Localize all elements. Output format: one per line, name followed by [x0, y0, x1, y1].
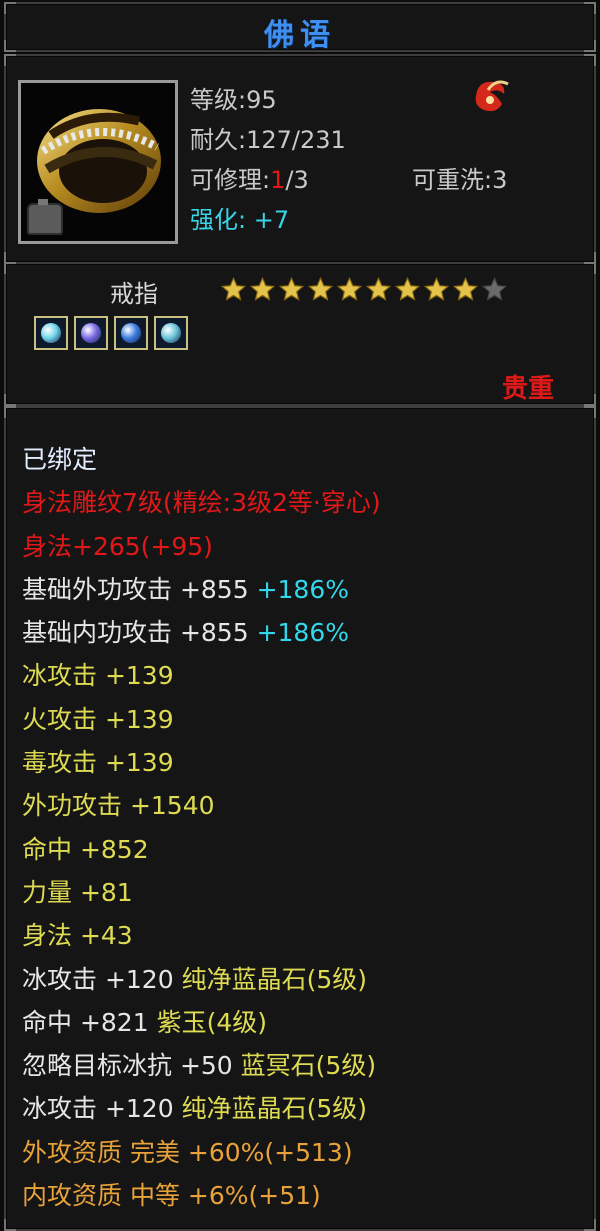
gem-bonus-1-name: 纯净蓝晶石(5级): [181, 964, 367, 994]
hit-line: 命中 +852: [22, 834, 149, 864]
star-filled-icon: [220, 276, 247, 301]
gem-bonus-4-value: 冰攻击 +120: [22, 1094, 182, 1124]
int-base-line: 基础内功攻击 +855 +186%: [22, 611, 381, 654]
level-stat: 等级:95: [190, 86, 277, 114]
poison-attack-line: 毒攻击 +139: [22, 748, 174, 778]
gem-teal-icon[interactable]: [154, 316, 188, 350]
quality-label: 贵重: [501, 374, 554, 404]
agility-line: 身法 +43: [22, 921, 133, 951]
star-filled-icon: [278, 276, 305, 301]
strength-line: 力量 +81: [22, 877, 133, 907]
item-type-panel: 戒指 贵重: [4, 262, 596, 406]
ext-base-value: 基础外功攻击 +855: [22, 574, 249, 604]
ext-base-line: 基础外功攻击 +855 +186%: [22, 568, 381, 611]
gem-bonus-line-3: 忽略目标冰抗 +50 蓝冥石(5级): [22, 1044, 381, 1087]
gem-bonus-3-value: 忽略目标冰抗 +50: [22, 1051, 241, 1081]
gem-bonus-line-2: 命中 +821 紫玉(4级): [22, 1001, 381, 1044]
external-attack-line: 外功攻击 +1540: [22, 791, 215, 821]
star-filled-icon: [394, 276, 421, 301]
gem-crystal: [121, 323, 141, 343]
ext-base-percent: +186%: [248, 574, 349, 604]
gem-cyan-icon[interactable]: [34, 316, 68, 350]
gem-slots: [34, 316, 188, 350]
ice-attack-line: 冰攻击 +139: [22, 661, 174, 691]
enhance-stat: 强化: +7: [190, 206, 290, 234]
star-filled-icon: [336, 276, 363, 301]
agility-main-line: 身法+265(+95): [22, 531, 213, 561]
repair-stat: 可修理:1/3: [190, 160, 309, 195]
rewash-stat: 可重洗:3: [412, 166, 508, 194]
bound-status: 已绑定: [22, 445, 98, 474]
bag-icon: [27, 199, 63, 235]
star-filled-icon: [365, 276, 392, 301]
item-summary: 等级:95 耐久:127/231 可修理:1/3 可重洗:3 强化: +7: [4, 54, 596, 264]
gem-purple-icon[interactable]: [74, 316, 108, 350]
title-bar: 佛语: [4, 2, 596, 53]
repair-label: 可修理:: [190, 166, 271, 194]
star-empty-icon: [481, 276, 508, 301]
gem-bonus-4-name: 纯净蓝晶石(5级): [181, 1094, 367, 1124]
carve-line: 身法雕纹7级(精绘:3级2等·穿心): [22, 488, 381, 518]
gem-bonus-1-value: 冰攻击 +120: [22, 964, 182, 994]
star-rating: [220, 276, 508, 303]
gem-crystal: [81, 323, 101, 343]
star-filled-icon: [452, 276, 479, 301]
gem-bonus-2-name: 紫玉(4级): [156, 1007, 267, 1037]
item-type: 戒指: [110, 280, 158, 308]
item-icon-frame[interactable]: [18, 80, 178, 244]
gem-bonus-line-1: 冰攻击 +120 纯净蓝晶石(5级): [22, 958, 381, 1001]
int-base-percent: +186%: [248, 618, 349, 648]
faction-emblem-icon: [475, 80, 509, 112]
gem-bonus-line-4: 冰攻击 +120 纯净蓝晶石(5级): [22, 1087, 381, 1130]
external-aptitude-line: 外攻资质 完美 +60%(+513): [22, 1137, 353, 1167]
internal-aptitude-line: 内攻资质 中等 +6%(+51): [22, 1181, 321, 1211]
gem-crystal: [41, 323, 61, 343]
durability-stat: 耐久:127/231: [190, 126, 346, 154]
repair-current: 1: [270, 166, 286, 194]
star-filled-icon: [249, 276, 276, 301]
fire-attack-line: 火攻击 +139: [22, 704, 174, 734]
star-filled-icon: [307, 276, 334, 301]
gem-crystal: [161, 323, 181, 343]
item-title: 佛语: [264, 18, 336, 53]
gem-bonus-3-name: 蓝冥石(5级): [240, 1051, 377, 1081]
gem-bonus-2-value: 命中 +821: [22, 1007, 157, 1037]
gem-blue-icon[interactable]: [114, 316, 148, 350]
repair-max: /3: [285, 166, 309, 194]
star-filled-icon: [423, 276, 450, 301]
attribute-panel: 已绑定 身法雕纹7级(精绘:3级2等·穿心) 身法+265(+95) 基础外功攻…: [4, 406, 596, 1231]
int-base-value: 基础内功攻击 +855: [22, 618, 249, 648]
